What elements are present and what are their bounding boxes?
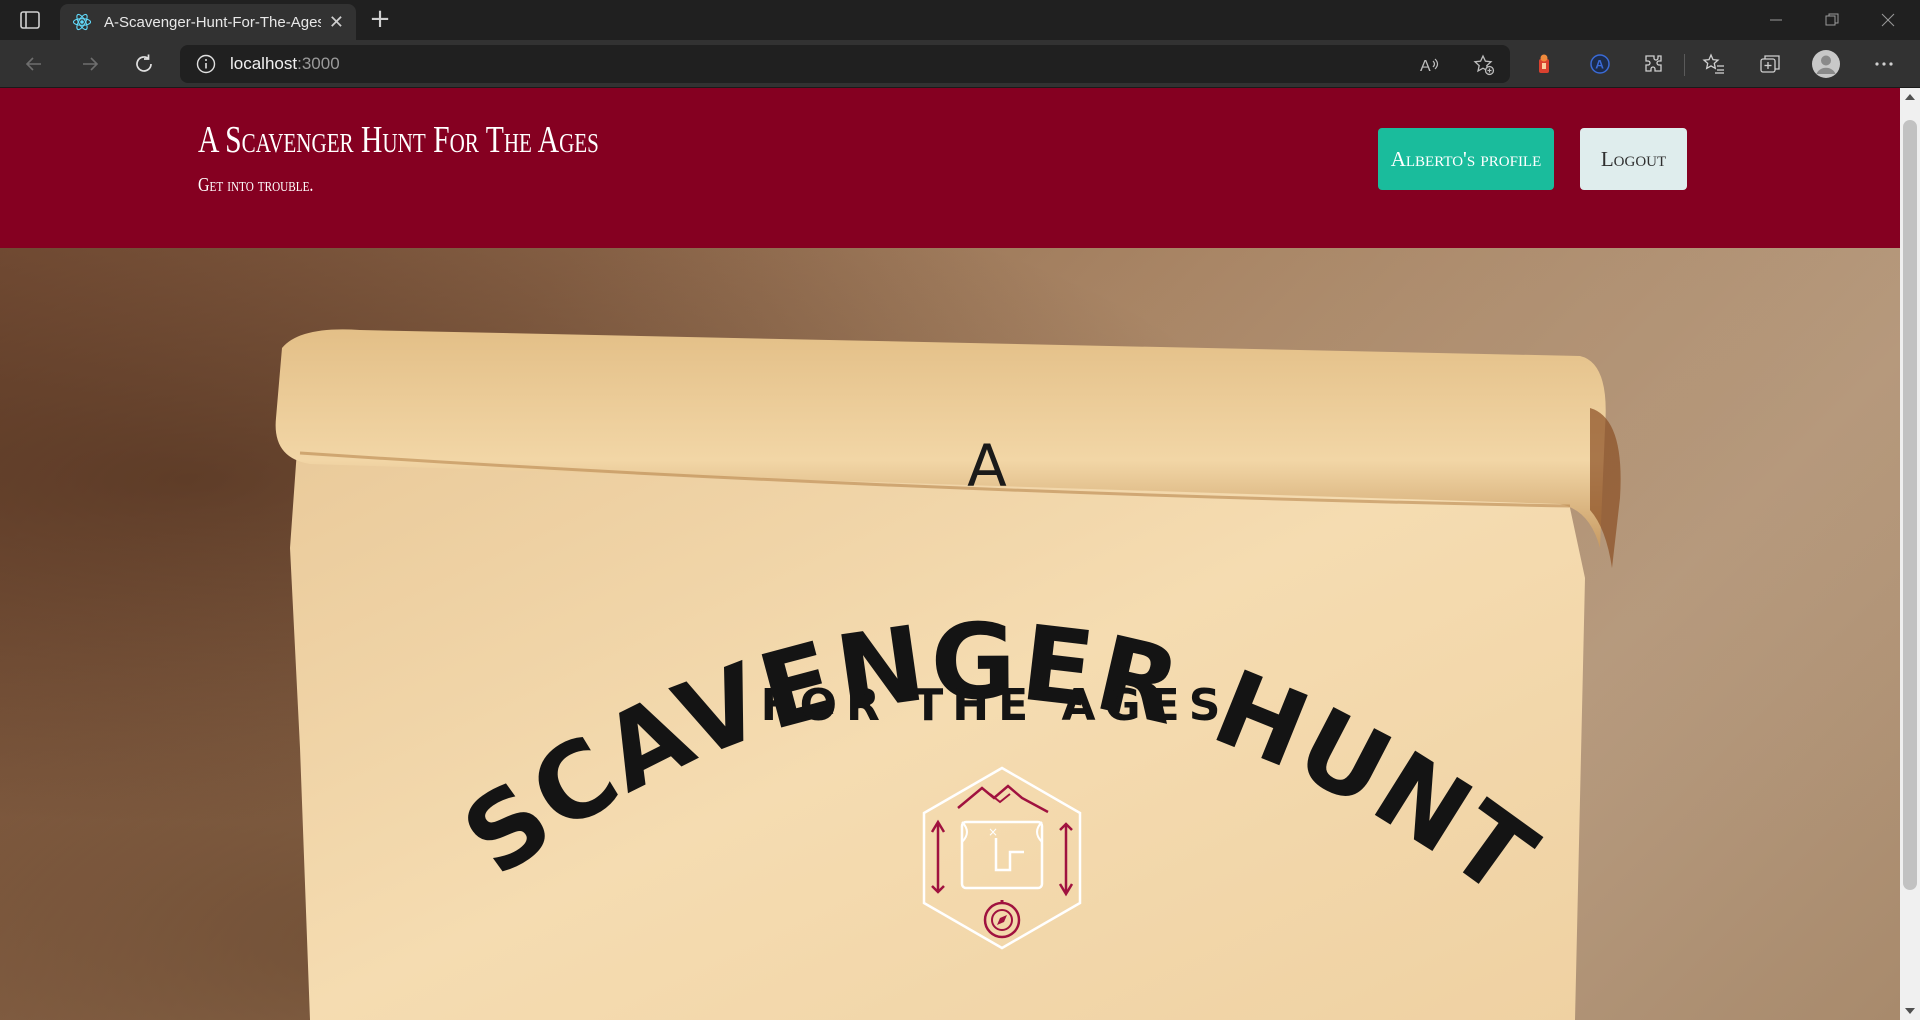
svg-text:A: A — [1420, 58, 1431, 75]
scroll-down-icon[interactable] — [1905, 1008, 1915, 1014]
add-favorite-icon[interactable] — [1472, 53, 1496, 77]
site-header: A Scavenger Hunt For The Ages Get into t… — [0, 88, 1900, 248]
extension-a-icon[interactable]: A — [1584, 48, 1616, 80]
browser-titlebar: A-Scavenger-Hunt-For-The-Ages ✕ + — [0, 0, 1920, 40]
site-title[interactable]: A Scavenger Hunt For The Ages — [198, 118, 599, 162]
react-icon — [72, 12, 92, 32]
close-window-icon[interactable] — [1860, 0, 1916, 40]
logout-button[interactable]: Logout — [1580, 128, 1687, 190]
toolbar-separator — [1684, 54, 1685, 76]
scrollbar-thumb[interactable] — [1903, 120, 1917, 890]
back-arrow-icon[interactable] — [18, 48, 50, 80]
scroll-illustration: A SCAVENGER HUNT FOR THE AGES × — [275, 329, 1621, 1020]
info-icon[interactable] — [196, 54, 216, 74]
minimize-icon[interactable] — [1748, 0, 1804, 40]
profile-avatar-icon[interactable] — [1810, 48, 1842, 80]
hero-subtitle: FOR THE AGES — [761, 680, 1230, 731]
tab-actions-icon[interactable] — [14, 8, 46, 32]
more-menu-icon[interactable] — [1868, 48, 1900, 80]
svg-text:A: A — [1595, 58, 1604, 72]
tab-close-icon[interactable]: ✕ — [329, 12, 344, 33]
collections-icon[interactable] — [1754, 48, 1786, 80]
read-aloud-icon[interactable]: A — [1418, 53, 1442, 77]
address-bar[interactable]: localhost:3000 A — [180, 45, 1510, 83]
browser-toolbar: localhost:3000 A A — [0, 40, 1920, 88]
browser-tab[interactable]: A-Scavenger-Hunt-For-The-Ages ✕ — [60, 4, 356, 40]
scroll-up-icon[interactable] — [1905, 94, 1915, 100]
url-port: :3000 — [297, 54, 340, 73]
site-subtitle: Get into trouble. — [198, 174, 314, 196]
refresh-icon[interactable] — [128, 48, 160, 80]
new-tab-icon[interactable]: + — [366, 6, 394, 34]
restore-icon[interactable] — [1804, 0, 1860, 40]
forward-arrow-icon[interactable] — [74, 48, 106, 80]
page-viewport: A Scavenger Hunt For The Ages Get into t… — [0, 88, 1900, 1020]
hero-letter-a: A — [967, 432, 1007, 500]
url-host: localhost — [230, 54, 298, 73]
extensions-icon[interactable] — [1638, 48, 1670, 80]
hero-banner: A SCAVENGER HUNT FOR THE AGES × — [0, 248, 1900, 1020]
page-scrollbar[interactable] — [1900, 88, 1920, 1020]
extension-red-icon[interactable] — [1528, 48, 1560, 80]
favorites-icon[interactable] — [1698, 48, 1730, 80]
tab-title: A-Scavenger-Hunt-For-The-Ages — [104, 13, 321, 31]
profile-button[interactable]: Alberto's profile — [1378, 128, 1554, 190]
svg-text:×: × — [988, 825, 998, 839]
